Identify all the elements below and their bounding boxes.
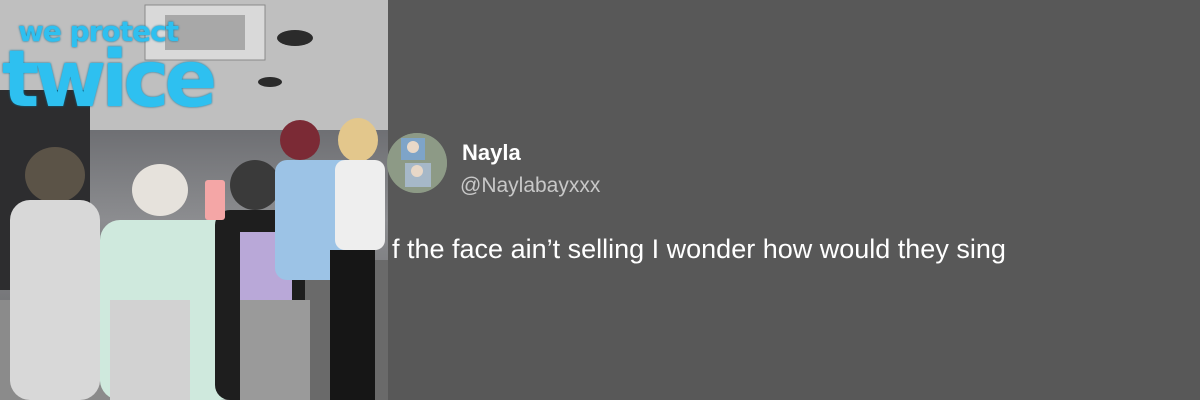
profile-avatar[interactable]	[387, 133, 447, 193]
logo-big-text: twice	[2, 35, 217, 125]
display-name[interactable]: Nayla	[462, 140, 521, 166]
avatar-image	[387, 133, 447, 193]
user-handle[interactable]: @Naylabayxxx	[460, 174, 600, 198]
tweet-text: f the face ain’t selling I wonder how wo…	[392, 234, 1006, 264]
group-photo: we protect twice	[0, 0, 388, 400]
